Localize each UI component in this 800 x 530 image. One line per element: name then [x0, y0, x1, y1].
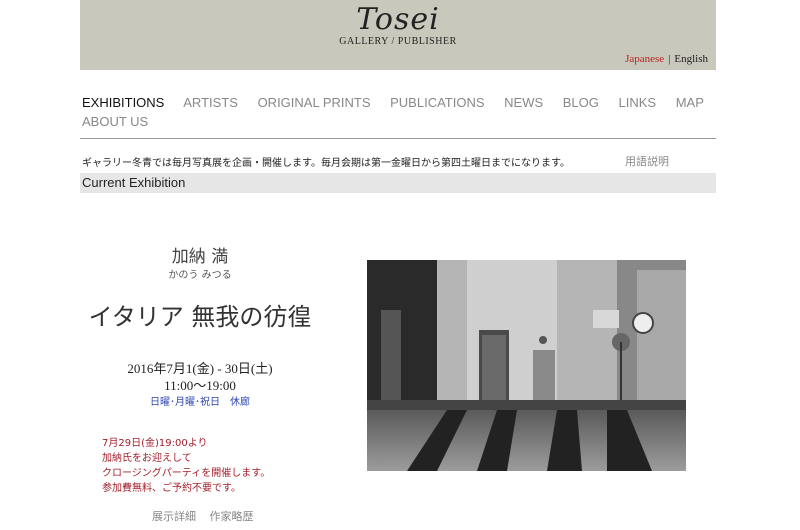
site-logo[interactable]: Tosei [80, 2, 716, 37]
exhibition-details-link[interactable]: 展示詳細 [152, 510, 196, 523]
glossary-link[interactable]: 用語説明 [625, 153, 669, 169]
nav-item-artists[interactable]: ARTISTS [183, 95, 238, 110]
exhibition-dates: 2016年7月1(金) - 30日(土) [127, 361, 273, 376]
party-line: 7月29日(金)19:00より [102, 438, 208, 449]
nav-item-links[interactable]: LINKS [619, 95, 657, 110]
site-logo-subtitle: GALLERY / PUBLISHER [339, 36, 457, 47]
nav-item-map[interactable]: MAP [676, 95, 704, 110]
party-line: 加納氏をお迎えして [102, 453, 192, 464]
nav-item-blog[interactable]: BLOG [563, 95, 599, 110]
nav-divider [80, 138, 716, 139]
current-exhibition-bar: Current Exhibition [80, 173, 716, 193]
nav-item-about-us[interactable]: ABOUT US [82, 114, 148, 129]
party-line: クロージングパーティを開催します。 [102, 468, 271, 479]
nav-item-original-prints[interactable]: ORIGINAL PRINTS [258, 95, 371, 110]
site-header: Tosei GALLERY / PUBLISHER Japanese | Engli… [80, 0, 716, 70]
lang-japanese-link[interactable]: Japanese [625, 53, 664, 65]
party-line: 参加費無料、ご予約不要です。 [102, 483, 241, 494]
closing-party-notice: 7月29日(金)19:00より 加納氏をお迎えして クロージングパーティを開催し… [102, 436, 270, 496]
exhibition-schedule: 2016年7月1(金) - 30日(土) 11:00〜19:00 [80, 360, 320, 394]
nav-item-exhibitions[interactable]: EXHIBITIONS [82, 95, 164, 110]
lang-english-link[interactable]: English [674, 53, 708, 65]
artist-name-kana: かのう みつる [168, 270, 232, 281]
artist-bio-link[interactable]: 作家略歴 [210, 510, 254, 523]
gallery-intro-text: ギャラリー冬青では毎月写真展を企画・開催します。毎月会期は第一金曜日から第四土曜… [82, 158, 570, 169]
closed-days: 日曜･月曜･祝日 休廊 [150, 397, 250, 408]
lang-separator: | [668, 53, 671, 65]
exhibition-photo[interactable] [367, 260, 686, 471]
nav-item-publications[interactable]: PUBLICATIONS [390, 95, 484, 110]
main-nav: EXHIBITIONS ARTISTS ORIGINAL PRINTS PUBL… [82, 93, 722, 131]
exhibition-title: イタリア 無我の彷徨 [88, 303, 312, 331]
current-exhibition-heading: Current Exhibition [82, 175, 186, 190]
exhibition-hours: 11:00〜19:00 [164, 378, 236, 393]
artist-name: 加納 満 [171, 247, 229, 267]
nav-item-news[interactable]: NEWS [504, 95, 543, 110]
language-switcher: Japanese | English [625, 53, 708, 65]
exhibition-links: 展示詳細 作家略歴 [152, 508, 264, 524]
